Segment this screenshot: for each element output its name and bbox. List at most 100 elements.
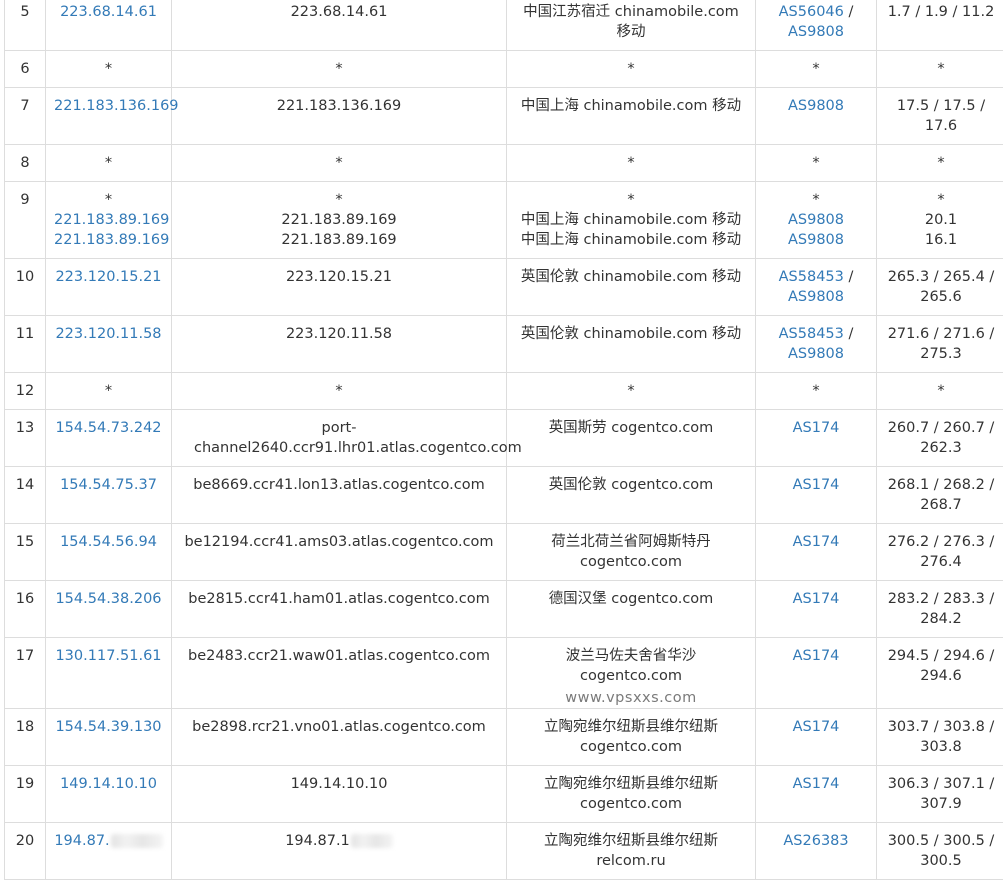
location-cell: * — [507, 145, 756, 182]
table-row: 18 154.54.39.130 be2898.rcr21.vno01.atla… — [5, 709, 1003, 766]
ip-link[interactable]: 223.120.15.21 — [55, 269, 161, 285]
hostname-cell: 149.14.10.10 — [172, 766, 507, 823]
ip-cell: 154.54.39.130 — [46, 709, 172, 766]
ip-link[interactable]: 223.68.14.61 — [60, 4, 157, 20]
ip-link[interactable]: 221.183.89.169 — [54, 230, 163, 250]
location-cell: 中国上海 chinamobile.com 移动 — [507, 88, 756, 145]
ip-link[interactable]: 221.183.89.169 — [54, 210, 163, 230]
ip-link[interactable]: 194.87. — [54, 833, 109, 849]
as-cell: AS9808 — [756, 88, 877, 145]
rtt-cell: 1.7 / 1.9 / 11.2 — [877, 0, 1003, 51]
ip-link[interactable]: 154.54.73.242 — [55, 420, 161, 436]
as-cell: * — [756, 51, 877, 88]
ip-link[interactable]: 223.120.11.58 — [55, 326, 161, 342]
hop-number: 20 — [5, 823, 46, 880]
ip-cell: * 221.183.89.169 221.183.89.169 — [46, 182, 172, 259]
location-cell: 英国斯劳 cogentco.com — [507, 410, 756, 467]
rtt-line: 16.1 — [885, 230, 997, 250]
as-link[interactable]: AS9808 — [764, 230, 868, 250]
as-link[interactable]: AS174 — [793, 420, 840, 436]
rtt-line: 20.1 — [885, 210, 997, 230]
rtt-cell: 303.7 / 303.8 / 303.8 — [877, 709, 1003, 766]
as-link[interactable]: AS58453 — [779, 326, 844, 342]
as-cell: AS174 — [756, 581, 877, 638]
location-cell: 英国伦敦 chinamobile.com 移动 — [507, 259, 756, 316]
hop-number: 17 — [5, 638, 46, 709]
hop-number: 7 — [5, 88, 46, 145]
hostname-cell: be2815.ccr41.ham01.atlas.cogentco.com — [172, 581, 507, 638]
hop-number: 12 — [5, 373, 46, 410]
rtt-cell: * — [877, 145, 1003, 182]
hop-number: 5 — [5, 0, 46, 51]
hostname-cell: port-channel2640.ccr91.lhr01.atlas.cogen… — [172, 410, 507, 467]
table-row: 11 223.120.11.58 223.120.11.58 英国伦敦 chin… — [5, 316, 1003, 373]
hostname-cell: * — [172, 145, 507, 182]
location-cell: 英国伦敦 cogentco.com — [507, 467, 756, 524]
ip-link[interactable]: 130.117.51.61 — [55, 648, 161, 664]
location-line: * — [515, 190, 747, 210]
as-link[interactable]: AS26383 — [783, 833, 848, 849]
hostname-cell: be8669.ccr41.lon13.atlas.cogentco.com — [172, 467, 507, 524]
as-link[interactable]: AS174 — [793, 534, 840, 550]
as-link[interactable]: AS9808 — [788, 346, 844, 362]
hostname-line: 221.183.89.169 — [180, 230, 498, 250]
as-link[interactable]: AS174 — [793, 719, 840, 735]
hop-number: 6 — [5, 51, 46, 88]
rtt-cell: 300.5 / 300.5 / 300.5 — [877, 823, 1003, 880]
ip-cell: 194.87. — [46, 823, 172, 880]
hop-number: 9 — [5, 182, 46, 259]
table-row: 19 149.14.10.10 149.14.10.10 立陶宛维尔纽斯县维尔纽… — [5, 766, 1003, 823]
ip-cell: * — [46, 51, 172, 88]
ip-link[interactable]: 149.14.10.10 — [60, 776, 157, 792]
as-link[interactable]: AS9808 — [788, 24, 844, 40]
as-link[interactable]: AS56046 — [779, 4, 844, 20]
ip-cell: 221.183.136.169 — [46, 88, 172, 145]
as-link[interactable]: AS174 — [793, 591, 840, 607]
rtt-cell: 260.7 / 260.7 / 262.3 — [877, 410, 1003, 467]
ip-link[interactable]: 221.183.136.169 — [54, 98, 179, 114]
location-cell: 中国江苏宿迁 chinamobile.com 移动 — [507, 0, 756, 51]
location-cell: * — [507, 373, 756, 410]
ip-link[interactable]: 154.54.38.206 — [55, 591, 161, 607]
rtt-cell: * — [877, 51, 1003, 88]
location-cell: 英国伦敦 chinamobile.com 移动 — [507, 316, 756, 373]
location-cell: 立陶宛维尔纽斯县维尔纽斯 relcom.ru — [507, 823, 756, 880]
ip-cell: * — [46, 145, 172, 182]
ip-link[interactable]: 154.54.56.94 — [60, 534, 157, 550]
ip-cell: 154.54.56.94 — [46, 524, 172, 581]
as-link[interactable]: AS9808 — [788, 289, 844, 305]
rtt-cell: 265.3 / 265.4 / 265.6 — [877, 259, 1003, 316]
ip-link[interactable]: 154.54.39.130 — [55, 719, 161, 735]
hostname-cell: 223.120.11.58 — [172, 316, 507, 373]
ip-cell: 223.120.11.58 — [46, 316, 172, 373]
traceroute-table: 5 223.68.14.61 223.68.14.61 中国江苏宿迁 china… — [4, 0, 1003, 880]
hop-number: 14 — [5, 467, 46, 524]
table-row: 10 223.120.15.21 223.120.15.21 英国伦敦 chin… — [5, 259, 1003, 316]
redacted-blur — [351, 834, 393, 848]
rtt-line: * — [885, 190, 997, 210]
as-link[interactable]: AS174 — [793, 776, 840, 792]
hostname-cell: 223.68.14.61 — [172, 0, 507, 51]
ip-link[interactable]: 154.54.75.37 — [60, 477, 157, 493]
table-row: 20 194.87. 194.87.1 立陶宛维尔纽斯县维尔纽斯 relcom.… — [5, 823, 1003, 880]
ip-cell: 223.68.14.61 — [46, 0, 172, 51]
as-cell: AS58453 / AS9808 — [756, 259, 877, 316]
as-star: * — [764, 190, 868, 210]
location-line: 中国上海 chinamobile.com 移动 — [515, 230, 747, 250]
rtt-cell: 276.2 / 276.3 / 276.4 — [877, 524, 1003, 581]
as-link[interactable]: AS9808 — [764, 210, 868, 230]
location-cell: 立陶宛维尔纽斯县维尔纽斯 cogentco.com — [507, 766, 756, 823]
as-cell: AS56046 / AS9808 — [756, 0, 877, 51]
as-link[interactable]: AS174 — [793, 648, 840, 664]
hop-number: 10 — [5, 259, 46, 316]
as-link[interactable]: AS9808 — [788, 98, 844, 114]
as-link[interactable]: AS174 — [793, 477, 840, 493]
hop-number: 19 — [5, 766, 46, 823]
ip-star: * — [54, 190, 163, 210]
table-row: 5 223.68.14.61 223.68.14.61 中国江苏宿迁 china… — [5, 0, 1003, 51]
as-link[interactable]: AS58453 — [779, 269, 844, 285]
as-cell: * AS9808 AS9808 — [756, 182, 877, 259]
hostname-cell: 223.120.15.21 — [172, 259, 507, 316]
table-row: 12 * * * * * — [5, 373, 1003, 410]
hop-number: 15 — [5, 524, 46, 581]
